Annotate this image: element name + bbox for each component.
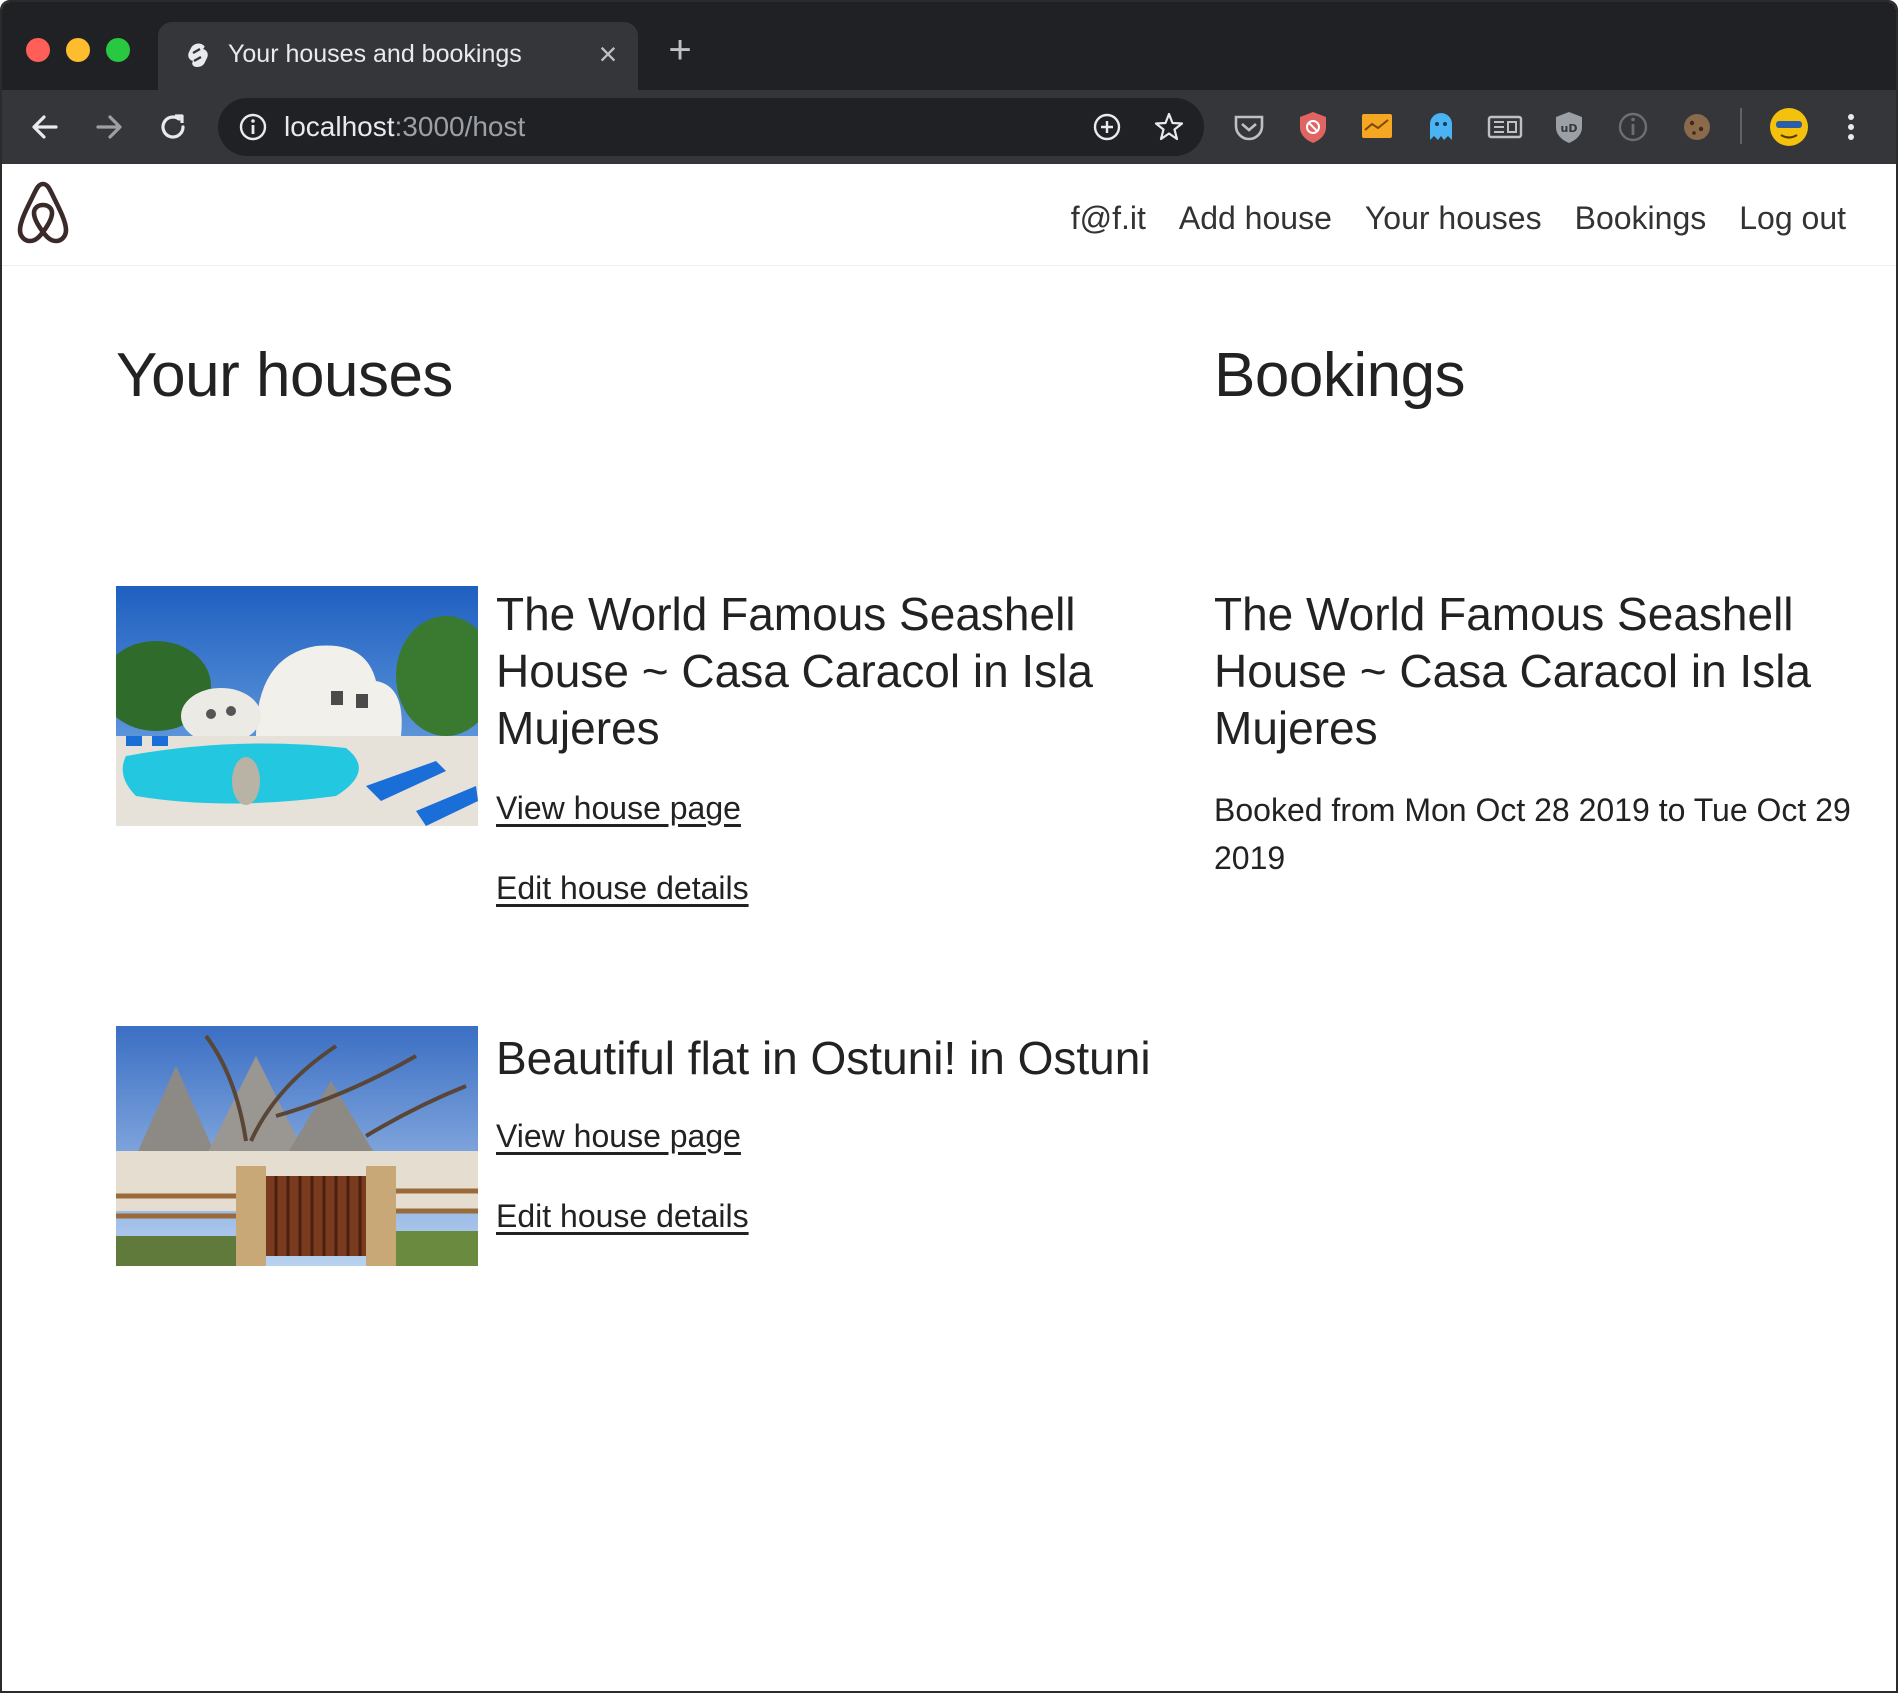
maximize-window-button[interactable]: [106, 38, 130, 62]
browser-toolbar: localhost:3000/host uD: [2, 90, 1896, 164]
site-info-icon[interactable]: [238, 112, 268, 142]
reader-extension-icon[interactable]: [1486, 108, 1524, 146]
house-image-ostuni: [116, 1026, 478, 1266]
browser-menu-icon[interactable]: [1832, 108, 1870, 146]
booking-dates: Booked from Mon Oct 28 2019 to Tue Oct 2…: [1214, 792, 1851, 876]
ghostery-extension-icon[interactable]: [1422, 108, 1460, 146]
back-arrow-icon[interactable]: [26, 108, 64, 146]
view-house-link[interactable]: View house page: [496, 1118, 741, 1155]
booking-house-title: The World Famous Seashell House ~ Casa C…: [1214, 588, 1812, 754]
svg-text:uD: uD: [1561, 122, 1578, 135]
tab-strip: Your houses and bookings × +: [2, 2, 1896, 90]
privacy-badger-extension-icon[interactable]: [1294, 108, 1332, 146]
house-image-seashell: [116, 586, 478, 826]
your-houses-heading: Your houses: [116, 341, 453, 410]
nav-add-house[interactable]: Add house: [1179, 200, 1332, 237]
bookmark-star-icon[interactable]: [1152, 110, 1186, 144]
profile-avatar-icon[interactable]: [1768, 106, 1810, 148]
bookings-heading: Bookings: [1214, 341, 1466, 410]
nav-log-out[interactable]: Log out: [1739, 200, 1846, 237]
minimize-window-button[interactable]: [66, 38, 90, 62]
house-title: The World Famous Seashell House ~ Casa C…: [496, 588, 1094, 754]
url-path: :3000/host: [394, 111, 526, 142]
nav-bookings[interactable]: Bookings: [1575, 200, 1707, 237]
site-nav: f@f.it Add house Your houses Bookings Lo…: [1071, 200, 1846, 237]
reload-icon[interactable]: [154, 108, 192, 146]
airbnb-logo-icon[interactable]: [12, 178, 74, 246]
view-house-link[interactable]: View house page: [496, 790, 741, 827]
url-text[interactable]: localhost:3000/host: [284, 111, 525, 143]
tab-title: Your houses and bookings: [228, 40, 522, 68]
nav-your-houses[interactable]: Your houses: [1365, 200, 1542, 237]
active-tab[interactable]: Your houses and bookings ×: [158, 22, 638, 90]
web-page: f@f.it Add house Your houses Bookings Lo…: [2, 164, 1896, 1691]
close-window-button[interactable]: [26, 38, 50, 62]
cookie-extension-icon[interactable]: [1678, 108, 1716, 146]
house-title: Beautiful flat in Ostuni! in Ostuni: [496, 1032, 1151, 1084]
toolbar-separator: [1740, 108, 1742, 144]
ublock-extension-icon[interactable]: uD: [1550, 108, 1588, 146]
edit-house-link[interactable]: Edit house details: [496, 1198, 749, 1235]
url-host: localhost: [284, 111, 395, 142]
forward-arrow-icon[interactable]: [90, 108, 128, 146]
edit-house-link[interactable]: Edit house details: [496, 870, 749, 907]
tab-close-icon[interactable]: ×: [590, 36, 626, 72]
pocket-extension-icon[interactable]: [1230, 108, 1268, 146]
info-extension-icon[interactable]: [1614, 108, 1652, 146]
install-app-icon[interactable]: [1090, 110, 1124, 144]
analytics-extension-icon[interactable]: [1358, 108, 1396, 146]
svelte-favicon-icon: [188, 43, 208, 67]
new-tab-button[interactable]: +: [662, 30, 698, 70]
browser-window: Your houses and bookings × + localhost:3…: [0, 0, 1898, 1693]
address-bar[interactable]: localhost:3000/host: [218, 98, 1204, 156]
site-header: f@f.it Add house Your houses Bookings Lo…: [2, 164, 1896, 266]
nav-user-email[interactable]: f@f.it: [1071, 200, 1146, 237]
